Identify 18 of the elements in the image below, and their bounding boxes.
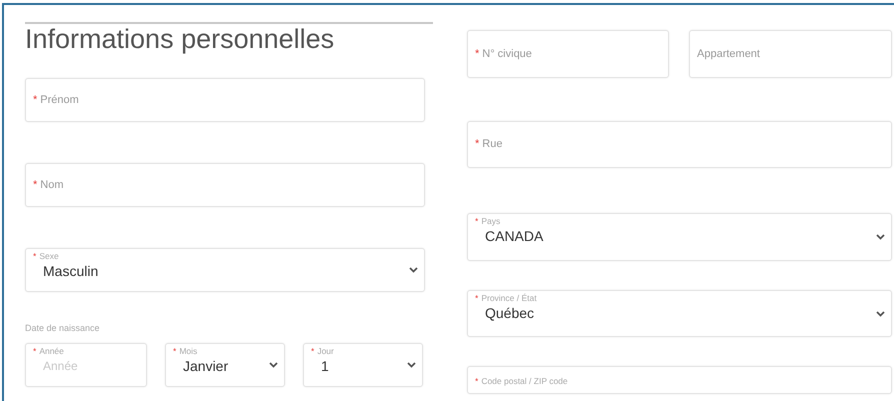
input-field[interactable]: * Rue [467,121,892,168]
select-field[interactable]: * Jour 1 [303,343,423,387]
input-field[interactable]: * Nom [25,163,425,207]
chevron-down-icon [409,267,418,273]
select-field[interactable]: * Sexe Masculin [25,248,425,292]
select-field[interactable]: * Province / État Québec [467,290,892,337]
section-title: Informations personnelles [25,23,336,55]
select-field[interactable]: * Mois Janvier [165,343,285,387]
chevron-down-icon [876,234,885,240]
chevron-down-icon [876,310,885,316]
input-field[interactable]: * N° civique [467,30,669,78]
select-field[interactable]: * Pays CANADA [467,213,892,261]
input-field[interactable]: Appartement [689,30,892,78]
field-label: Date de naissance [25,322,101,334]
chevron-down-icon [269,362,278,368]
input-field[interactable]: * Prénom [25,78,425,122]
input-field[interactable]: * Code postal / ZIP code [467,366,892,394]
chevron-down-icon [407,362,416,368]
